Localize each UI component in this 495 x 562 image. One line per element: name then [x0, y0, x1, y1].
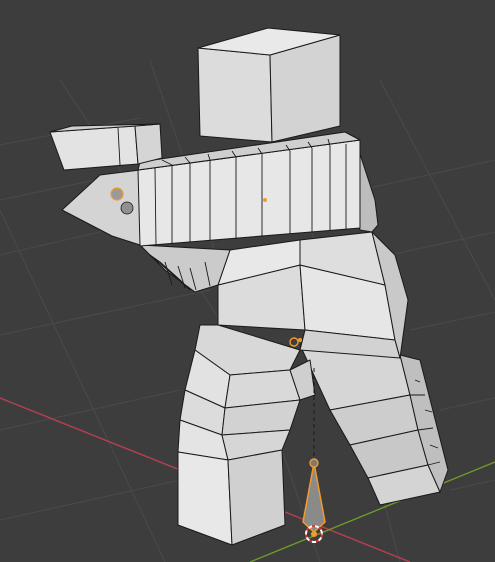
3d-viewport[interactable] — [0, 0, 495, 562]
shoulder-sphere-a[interactable] — [110, 187, 124, 201]
origin-icon[interactable] — [263, 198, 267, 202]
shoulder-sphere-b[interactable] — [120, 201, 134, 215]
head-mesh[interactable] — [197, 27, 341, 143]
viewport-canvas[interactable] — [0, 0, 495, 562]
